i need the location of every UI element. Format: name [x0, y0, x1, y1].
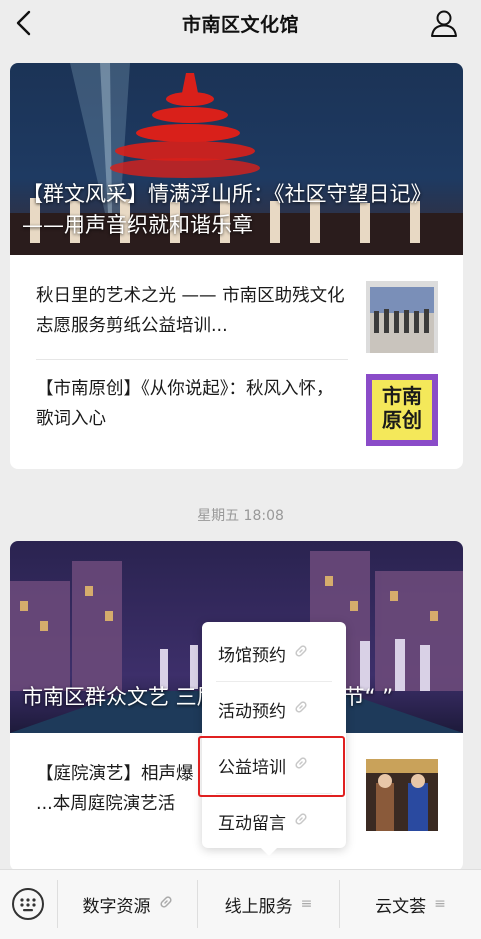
link-icon: [294, 699, 308, 719]
link-icon: [294, 643, 308, 663]
list-item[interactable]: 秋日里的艺术之光 —— 市南区助残文化志愿服务剪纸公益培训...: [36, 281, 438, 381]
timestamp: 星期五 18:08: [197, 508, 284, 524]
menu-item-venue-booking[interactable]: 场馆预约: [202, 625, 346, 681]
thumbnail-text: 市南原创: [382, 384, 422, 432]
link-icon: [159, 895, 173, 913]
user-profile-icon[interactable]: [429, 8, 459, 38]
menu-item-label: 互动留言: [218, 813, 286, 834]
list-item-thumbnail: [366, 281, 438, 353]
submenu-icon: ≡: [434, 896, 446, 912]
list-item-thumbnail: [366, 759, 438, 831]
top-bar: 市南区文化馆: [0, 0, 481, 46]
keyboard-icon[interactable]: [12, 888, 44, 920]
hero-article[interactable]: 【群文风采】情满浮山所：《社区守望日记》——用声音织就和谐乐章: [10, 63, 463, 255]
highlight-box: [198, 736, 345, 797]
back-icon[interactable]: [10, 8, 38, 38]
link-icon: [294, 811, 308, 831]
menu-item-interactive-message[interactable]: 互动留言: [202, 793, 346, 849]
list-item[interactable]: 【市南原创】《从你说起》：秋风入怀，歌词入心 市南原创: [36, 374, 438, 469]
submenu-icon: ≡: [300, 896, 313, 912]
menu-label: 云文荟: [375, 896, 427, 917]
menu-label: 数字资源: [82, 896, 151, 917]
popup-arrow: [260, 847, 278, 856]
service-menu-popup: 场馆预约 活动预约 公益培训 互动留言: [202, 622, 346, 856]
menu-item-label: 活动预约: [218, 701, 286, 722]
list-item-title: 【市南原创】《从你说起》：秋风入怀，歌词入心: [36, 379, 334, 429]
divider: [36, 359, 348, 360]
list-item-thumbnail: 市南原创: [366, 374, 438, 446]
page-title: 市南区文化馆: [181, 13, 299, 36]
menu-label: 线上服务: [224, 896, 293, 917]
menu-digital-resources[interactable]: 数字资源: [58, 870, 197, 938]
menu-item-activity-booking[interactable]: 活动预约: [202, 681, 346, 737]
menu-online-services[interactable]: 线上服务 ≡: [198, 870, 339, 938]
bottom-menu-bar: 数字资源 线上服务 ≡ 云文荟 ≡: [0, 869, 481, 939]
menu-item-label: 场馆预约: [218, 645, 286, 666]
menu-cloud-culture[interactable]: 云文荟 ≡: [340, 870, 481, 938]
hero-title: 【群文风采】情满浮山所：《社区守望日记》——用声音织就和谐乐章: [22, 182, 432, 237]
list-item-title: 秋日里的艺术之光 —— 市南区助残文化志愿服务剪纸公益培训...: [36, 286, 345, 336]
article-card: 【群文风采】情满浮山所：《社区守望日记》——用声音织就和谐乐章 秋日里的艺术之光…: [10, 63, 463, 469]
